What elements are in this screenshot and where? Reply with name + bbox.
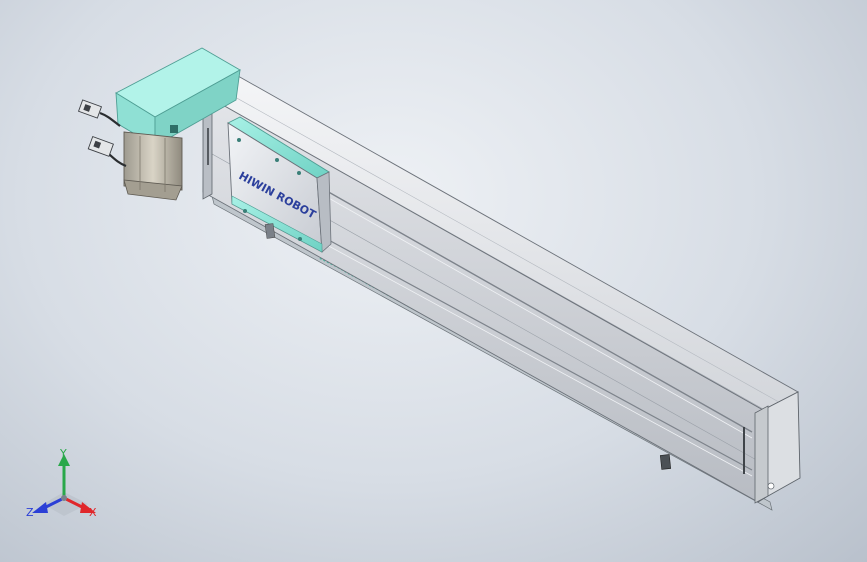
triad-x-label: X: [89, 506, 97, 519]
triad-z-label: Z: [26, 506, 34, 519]
linear-actuator-model[interactable]: HIWIN ROBOT: [0, 0, 867, 562]
carriage-screw: [237, 138, 241, 142]
connector-lower: [87, 136, 114, 157]
triad-z-arrow: [32, 502, 48, 513]
limit-sensor: [659, 454, 672, 470]
carriage-screw: [243, 209, 247, 213]
end-cap-face: [754, 405, 769, 504]
carriage-sensor: [264, 223, 276, 239]
axis-triad[interactable]: Y X Z: [22, 446, 108, 526]
triad-y-label: Y: [59, 447, 67, 460]
cad-viewport[interactable]: HIWIN ROBOT Y X Z: [0, 0, 867, 562]
carriage-screw: [275, 158, 279, 162]
end-cap-hole: [767, 482, 775, 490]
carriage-screw: [297, 171, 301, 175]
upper-slot: [324, 189, 753, 433]
drive-head-bolt: [170, 125, 178, 133]
carriage-screw: [298, 237, 302, 241]
